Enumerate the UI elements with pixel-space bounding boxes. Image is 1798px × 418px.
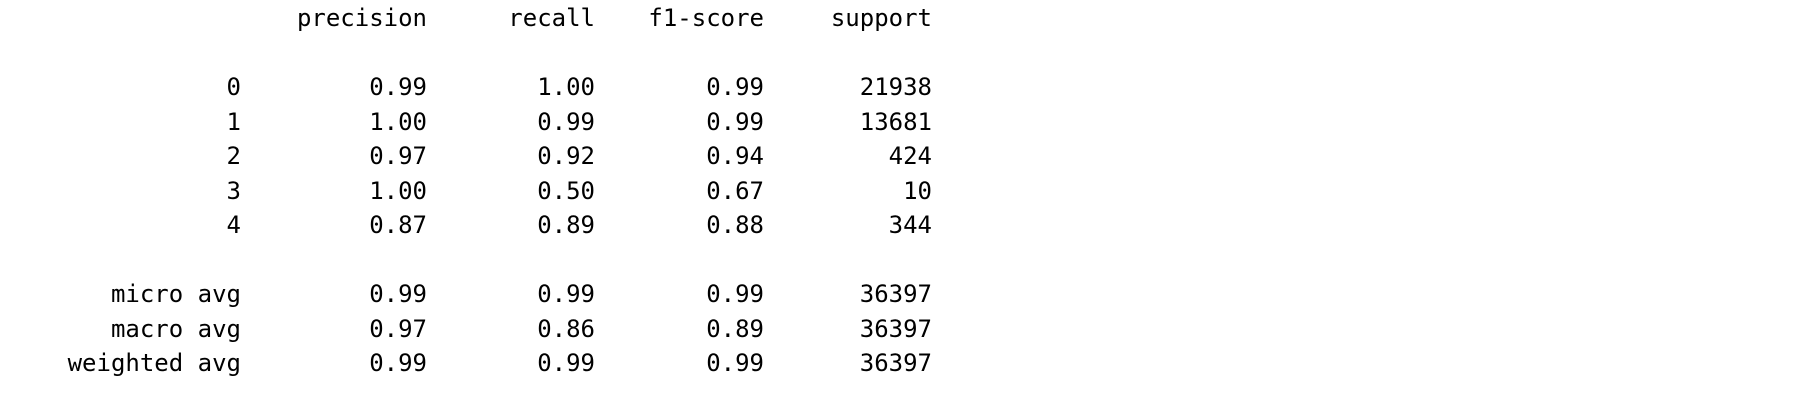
support-value: 36397 [859, 314, 932, 343]
precision-value: 1.00 [369, 176, 427, 205]
avg-row: micro avg 0.99 0.99 0.99 36397 [0, 277, 1798, 312]
precision-value: 1.00 [369, 107, 427, 136]
table-row: 0 0.99 1.00 0.99 21938 [0, 70, 1798, 105]
row-label: 2 [226, 142, 241, 170]
support-value: 344 [888, 211, 932, 239]
row-label: 4 [226, 211, 241, 239]
support-value: 21938 [859, 73, 932, 101]
spacer-row [0, 243, 1798, 278]
header-support: support [830, 4, 932, 32]
table-row: 2 0.97 0.92 0.94 424 [0, 139, 1798, 174]
header-f1-score: f1-score [648, 4, 764, 32]
support-value: 13681 [859, 107, 932, 136]
precision-value: 0.99 [369, 73, 427, 101]
f1-score-value: 0.99 [706, 73, 764, 101]
spacer-row [0, 36, 1798, 71]
header-precision: precision [296, 4, 427, 32]
recall-value: 0.89 [537, 211, 595, 239]
f1-score-value: 0.89 [706, 314, 764, 343]
classification-report: precision recall f1-score support 0 0.99… [0, 1, 1798, 381]
row-label: 1 [226, 107, 241, 136]
avg-row: weighted avg 0.99 0.99 0.99 36397 [0, 346, 1798, 381]
recall-value: 0.50 [537, 176, 595, 205]
row-label: micro avg [110, 280, 241, 308]
support-value: 10 [903, 176, 932, 205]
recall-value: 0.99 [537, 280, 595, 308]
row-label: 0 [226, 73, 241, 101]
support-value: 424 [888, 142, 932, 170]
recall-value: 0.92 [537, 142, 595, 170]
recall-value: 0.99 [537, 107, 595, 136]
f1-score-value: 0.99 [706, 107, 764, 136]
f1-score-value: 0.99 [706, 280, 764, 308]
table-row: 4 0.87 0.89 0.88 344 [0, 208, 1798, 243]
precision-value: 0.97 [369, 142, 427, 170]
precision-value: 0.99 [369, 280, 427, 308]
f1-score-value: 0.67 [706, 176, 764, 205]
row-label: weighted avg [67, 349, 241, 377]
precision-value: 0.87 [369, 211, 427, 239]
row-label: macro avg [110, 314, 241, 343]
table-row: 3 1.00 0.50 0.67 10 [0, 174, 1798, 209]
f1-score-value: 0.94 [706, 142, 764, 170]
support-value: 36397 [859, 349, 932, 377]
precision-value: 0.97 [369, 314, 427, 343]
avg-row: macro avg 0.97 0.86 0.89 36397 [0, 312, 1798, 347]
recall-value: 0.86 [537, 314, 595, 343]
row-label: 3 [226, 176, 241, 205]
header-recall: recall [508, 4, 595, 32]
f1-score-value: 0.99 [706, 349, 764, 377]
recall-value: 0.99 [537, 349, 595, 377]
recall-value: 1.00 [537, 73, 595, 101]
support-value: 36397 [859, 280, 932, 308]
table-row: 1 1.00 0.99 0.99 13681 [0, 105, 1798, 140]
f1-score-value: 0.88 [706, 211, 764, 239]
precision-value: 0.99 [369, 349, 427, 377]
header-row: precision recall f1-score support [0, 1, 1798, 36]
